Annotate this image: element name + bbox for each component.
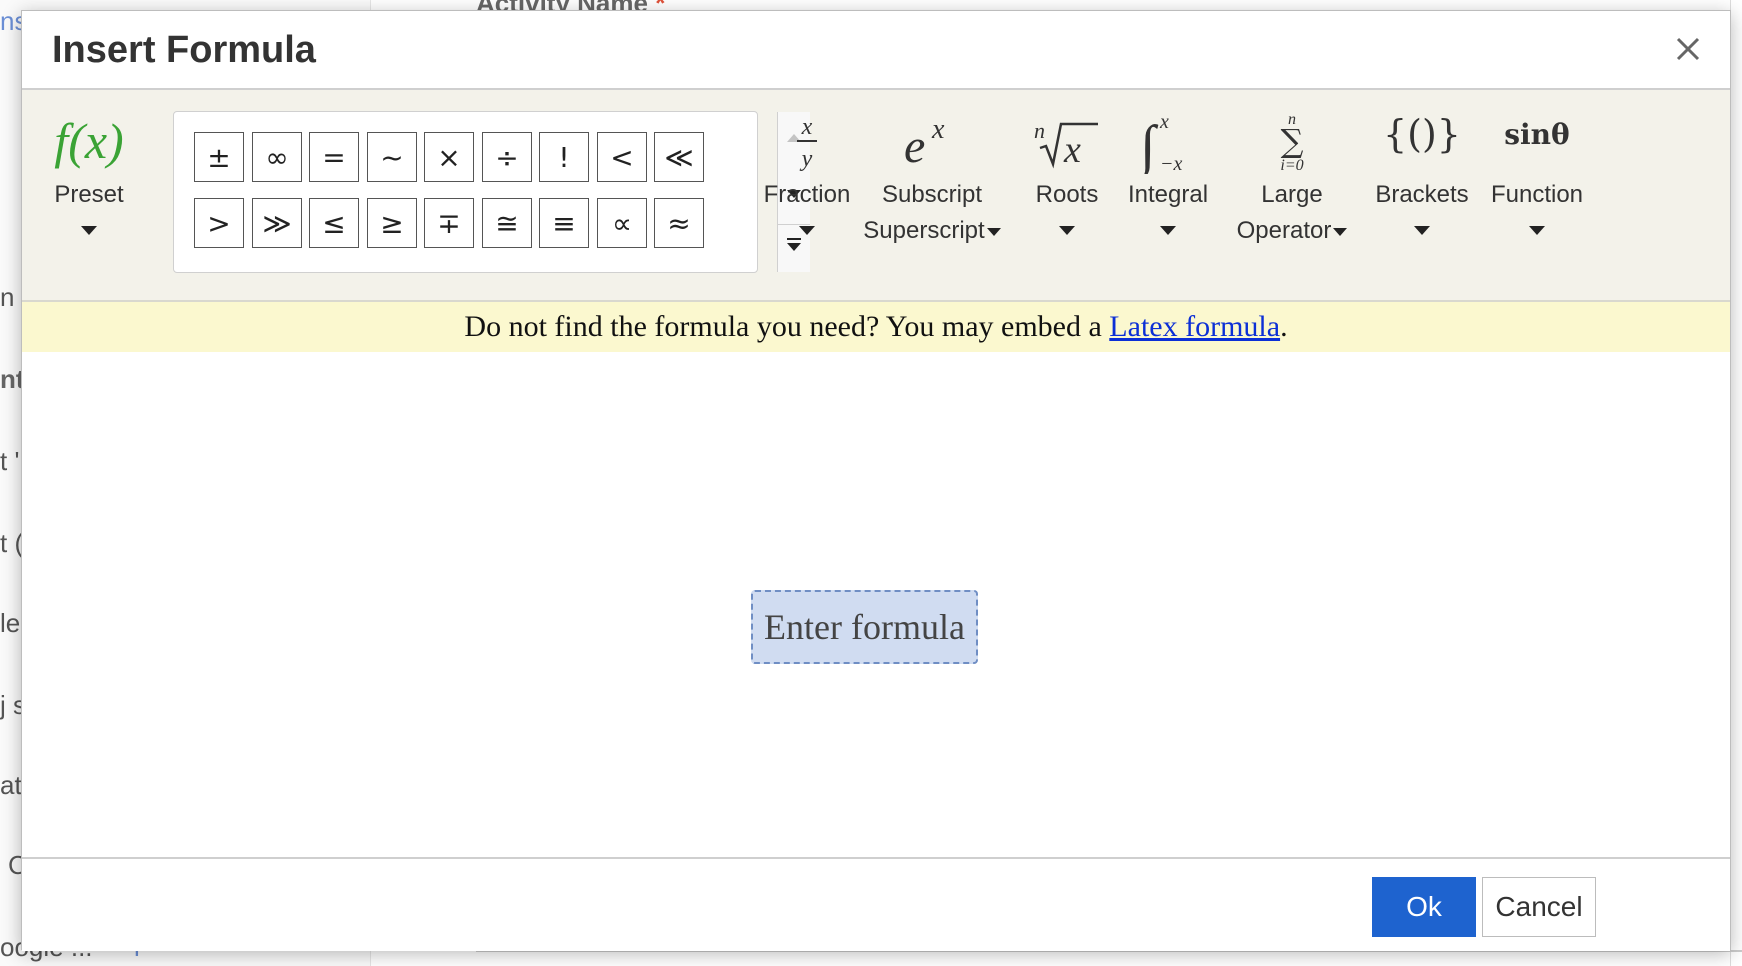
operator-label: Operator [1232, 217, 1352, 245]
svg-text:i=0: i=0 [1280, 157, 1303, 174]
symbol-button[interactable]: ∞ [252, 132, 302, 182]
integral-icon: ∫ x −x [1138, 111, 1182, 174]
chevron-down-icon [1529, 226, 1545, 235]
symbol-button[interactable]: < [597, 132, 647, 182]
svg-text:n: n [1034, 118, 1045, 143]
brackets-label: Brackets [1375, 181, 1469, 208]
symbol-button[interactable]: ÷ [482, 132, 532, 182]
integral-label: Integral [1127, 181, 1209, 208]
function-menu-button[interactable]: sinθ Function [1482, 90, 1592, 300]
latex-hint-bar: Do not find the formula you need? You ma… [22, 302, 1730, 352]
symbol-button[interactable]: ∝ [597, 198, 647, 248]
chevron-down-icon [799, 226, 815, 235]
cancel-button[interactable]: Cancel [1482, 877, 1596, 937]
preset-label: Preset [54, 181, 124, 208]
subscript-label: Subscript [881, 181, 983, 208]
chevron-down-icon [1160, 226, 1176, 235]
roots-menu-button[interactable]: n x Roots [1022, 90, 1112, 300]
symbol-button[interactable]: ≪ [654, 132, 704, 182]
roots-label: Roots [1035, 181, 1099, 208]
svg-text:y: y [800, 146, 813, 172]
superscript-label: Superscript [862, 217, 1002, 245]
chevron-down-icon [1059, 226, 1075, 235]
symbol-button[interactable]: × [424, 132, 474, 182]
svg-text:x: x [1159, 111, 1169, 133]
fraction-label: Fraction [763, 181, 851, 208]
close-button[interactable] [1668, 29, 1708, 69]
insert-formula-dialog: Insert Formula f(x) Preset ± ∞ = ~ × ÷ ! [21, 10, 1731, 951]
large-label: Large [1261, 181, 1323, 208]
superscript-icon: e x [904, 114, 945, 170]
symbol-button[interactable]: ≈ [654, 198, 704, 248]
function-preset-icon: f(x) [54, 113, 124, 169]
background-fragment: t ' [0, 446, 20, 476]
background-fragment: le [0, 608, 21, 638]
function-icon: sinθ [1504, 118, 1570, 151]
svg-text:e: e [904, 120, 925, 170]
formula-editor-area[interactable]: Enter formula [22, 352, 1730, 857]
symbol-palette: ± ∞ = ~ × ÷ ! < ≪ > ≫ ≤ ≥ ∓ ≅ ≡ ∝ ≈ [173, 111, 810, 273]
svg-text:x: x [1063, 129, 1081, 171]
sum-operator-icon: n ∑ i=0 [1280, 111, 1304, 174]
symbol-button[interactable]: ≅ [482, 198, 532, 248]
formula-input[interactable]: Enter formula [751, 590, 978, 664]
svg-text:−x: −x [1160, 153, 1182, 174]
symbol-button[interactable]: ≡ [539, 198, 589, 248]
fraction-menu-button[interactable]: x y Fraction [762, 90, 852, 300]
chevron-down-icon [1414, 226, 1430, 235]
background-fragment: at [0, 770, 22, 800]
subscript-superscript-menu-button[interactable]: e x Subscript Superscript [862, 90, 1002, 300]
latex-formula-link[interactable]: Latex formula [1109, 310, 1280, 343]
symbol-button[interactable]: ≥ [367, 198, 417, 248]
hint-text: Do not find the formula you need? You ma… [464, 310, 1110, 343]
formula-toolbar: f(x) Preset ± ∞ = ~ × ÷ ! < ≪ > ≫ ≤ ≥ ∓ … [22, 90, 1730, 302]
symbol-button[interactable]: ∓ [424, 198, 474, 248]
ok-button[interactable]: Ok [1372, 877, 1476, 937]
brackets-menu-button[interactable]: {()} Brackets [1367, 90, 1477, 300]
symbol-button[interactable]: = [309, 132, 359, 182]
dialog-footer: Ok Cancel [22, 857, 1730, 951]
dialog-header: Insert Formula [22, 11, 1730, 90]
svg-text:x: x [801, 114, 813, 140]
svg-text:x: x [931, 114, 945, 145]
symbol-button[interactable]: ~ [367, 132, 417, 182]
background-fragment: n [0, 282, 15, 312]
symbol-button[interactable]: ! [539, 132, 589, 182]
large-operator-menu-button[interactable]: n ∑ i=0 Large Operator [1232, 90, 1352, 300]
svg-text:∑: ∑ [1281, 122, 1304, 160]
symbol-button[interactable]: ≫ [252, 198, 302, 248]
svg-text:∫: ∫ [1138, 115, 1159, 174]
close-icon [1676, 37, 1700, 61]
brackets-icon: {()} [1382, 112, 1461, 156]
background-fragment: t ( [0, 528, 24, 558]
function-label: Function [1490, 181, 1584, 208]
integral-menu-button[interactable]: ∫ x −x Integral [1120, 90, 1216, 300]
symbol-button[interactable]: ± [194, 132, 244, 182]
fraction-icon: x y [797, 114, 817, 172]
root-icon: n x [1034, 118, 1098, 171]
chevron-down-icon [81, 226, 97, 235]
symbol-button[interactable]: > [194, 198, 244, 248]
symbol-button[interactable]: ≤ [309, 198, 359, 248]
hint-suffix: . [1280, 310, 1288, 343]
dialog-title: Insert Formula [52, 29, 316, 71]
preset-menu-button[interactable]: f(x) Preset [34, 90, 144, 300]
